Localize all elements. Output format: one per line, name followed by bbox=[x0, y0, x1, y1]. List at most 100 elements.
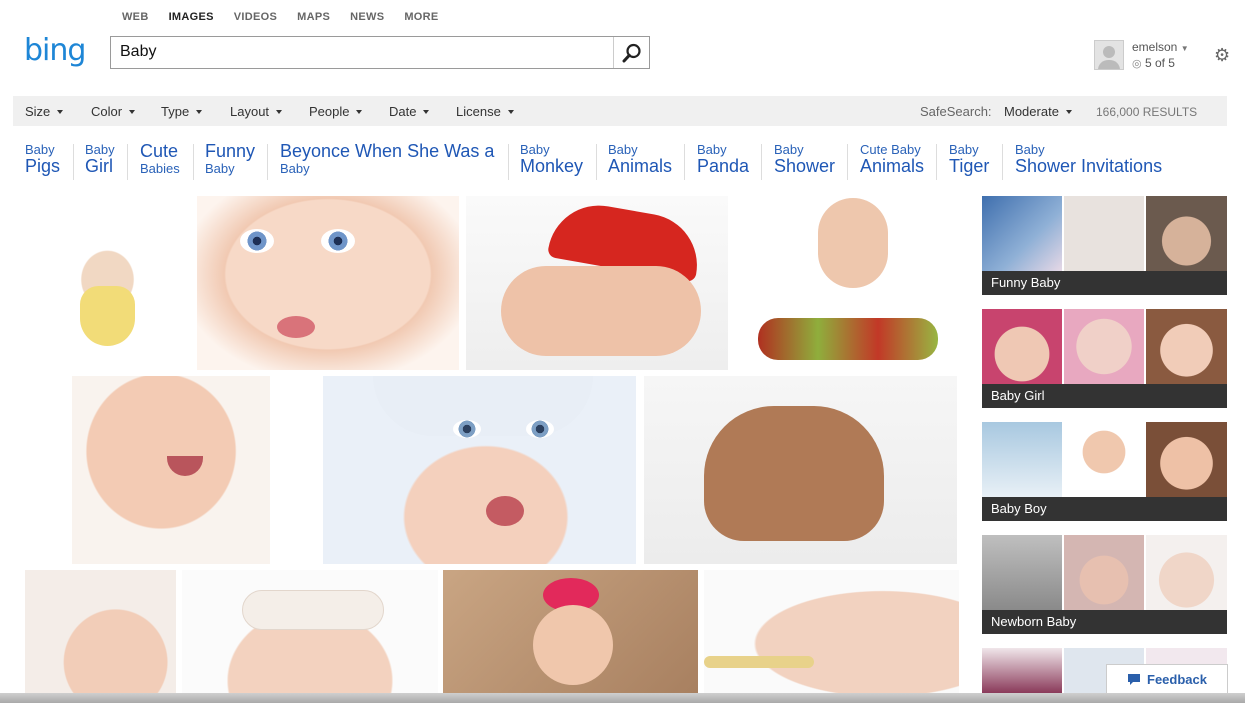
related-small: Baby bbox=[85, 142, 115, 157]
related-cute-baby-animals[interactable]: Cute Baby Animals bbox=[860, 142, 924, 176]
image-result[interactable] bbox=[25, 196, 190, 370]
related-baby-girl[interactable]: Baby Girl bbox=[85, 142, 115, 176]
divider bbox=[761, 144, 762, 180]
related-big: Animals bbox=[860, 156, 925, 176]
group-thumbnail bbox=[1146, 535, 1227, 610]
related-group-funny-baby[interactable]: Funny Baby bbox=[982, 196, 1227, 295]
divider bbox=[127, 144, 128, 180]
related-group-newborn-baby[interactable]: Newborn Baby bbox=[982, 535, 1227, 634]
group-caption: Baby Boy bbox=[982, 497, 1227, 521]
related-baby-pigs[interactable]: Baby Pigs bbox=[25, 142, 60, 176]
related-small: Baby bbox=[697, 142, 727, 157]
user-menu[interactable]: emelson ▼ ◎ 5 of 5 bbox=[1094, 40, 1189, 71]
eye-shape bbox=[321, 229, 355, 253]
group-caption: Baby Girl bbox=[982, 384, 1227, 408]
related-big: Animals bbox=[608, 156, 673, 176]
divider bbox=[193, 144, 194, 180]
caret-down-icon bbox=[276, 110, 283, 114]
image-result[interactable] bbox=[323, 376, 636, 564]
related-small: Baby bbox=[608, 142, 638, 157]
related-big: Shower bbox=[774, 156, 836, 176]
divider bbox=[267, 144, 268, 180]
related-group-baby-boy[interactable]: Baby Boy bbox=[982, 422, 1227, 521]
user-info: emelson ▼ ◎ 5 of 5 bbox=[1132, 40, 1189, 71]
headband-shape bbox=[242, 590, 384, 630]
divider bbox=[508, 144, 509, 180]
related-big: Shower Invitations bbox=[1015, 156, 1163, 176]
safesearch-dropdown[interactable]: Moderate bbox=[1004, 104, 1072, 119]
feedback-button[interactable]: Feedback bbox=[1106, 664, 1228, 694]
caret-down-icon bbox=[356, 110, 363, 114]
tab-more[interactable]: MORE bbox=[404, 11, 438, 23]
related-big: Monkey bbox=[520, 156, 584, 176]
chevron-down-icon: ▼ bbox=[1180, 44, 1189, 53]
related-group-baby-girl[interactable]: Baby Girl bbox=[982, 309, 1227, 408]
image-result[interactable] bbox=[733, 196, 959, 370]
filter-bar: Size Color Type Layout People Date Licen… bbox=[13, 96, 1227, 126]
group-thumbnail bbox=[1146, 309, 1227, 384]
related-small: Baby bbox=[205, 161, 235, 176]
tab-news[interactable]: NEWS bbox=[350, 11, 384, 23]
related-baby-panda[interactable]: Baby Panda bbox=[697, 142, 749, 176]
tab-images[interactable]: IMAGES bbox=[169, 11, 214, 23]
username: emelson bbox=[1132, 40, 1178, 54]
bing-logo[interactable]: bing bbox=[24, 33, 86, 68]
search-icon bbox=[622, 43, 641, 62]
search-button[interactable] bbox=[613, 37, 649, 68]
filter-layout[interactable]: Layout bbox=[230, 104, 283, 119]
tab-maps[interactable]: MAPS bbox=[297, 11, 330, 23]
related-baby-shower[interactable]: Baby Shower bbox=[774, 142, 835, 176]
image-result[interactable] bbox=[72, 376, 270, 564]
image-result[interactable] bbox=[443, 570, 698, 693]
related-beyonce-baby[interactable]: Beyonce When She Was a Baby bbox=[280, 142, 494, 177]
related-small: Baby bbox=[1015, 142, 1045, 157]
related-small: Baby bbox=[280, 161, 310, 176]
eye-shape bbox=[240, 229, 274, 253]
image-result[interactable] bbox=[704, 570, 959, 693]
group-caption: Newborn Baby bbox=[982, 610, 1227, 634]
image-result[interactable] bbox=[197, 196, 459, 370]
spoon-shape bbox=[704, 656, 814, 668]
related-small: Baby bbox=[520, 142, 550, 157]
filter-people[interactable]: People bbox=[309, 104, 363, 119]
image-result[interactable] bbox=[182, 570, 438, 693]
group-thumbnail bbox=[1064, 422, 1144, 497]
filter-label: License bbox=[456, 104, 501, 119]
related-baby-shower-invitations[interactable]: Baby Shower Invitations bbox=[1015, 142, 1162, 176]
baby-face-shape bbox=[533, 605, 613, 685]
image-result[interactable] bbox=[466, 196, 728, 370]
tab-web[interactable]: WEB bbox=[122, 11, 149, 23]
mouth-shape bbox=[277, 316, 315, 338]
image-result[interactable] bbox=[25, 570, 176, 693]
group-thumbnail bbox=[982, 309, 1062, 384]
filter-license[interactable]: License bbox=[456, 104, 514, 119]
caret-down-icon bbox=[1065, 110, 1072, 114]
related-cute-babies[interactable]: Cute Babies bbox=[140, 141, 180, 177]
eye-shape bbox=[453, 420, 481, 438]
related-baby-monkey[interactable]: Baby Monkey bbox=[520, 142, 583, 176]
filter-size[interactable]: Size bbox=[25, 104, 64, 119]
filter-type[interactable]: Type bbox=[161, 104, 203, 119]
safesearch-label: SafeSearch: bbox=[920, 104, 992, 119]
tab-videos[interactable]: VIDEOS bbox=[234, 11, 277, 23]
related-baby-tiger[interactable]: Baby Tiger bbox=[949, 142, 989, 176]
divider bbox=[684, 144, 685, 180]
search-input[interactable] bbox=[111, 37, 600, 66]
caret-down-icon bbox=[196, 110, 203, 114]
filter-color[interactable]: Color bbox=[91, 104, 136, 119]
mouth-shape bbox=[486, 496, 524, 526]
related-small: Baby bbox=[25, 142, 55, 157]
rewards-icon: ◎ bbox=[1132, 58, 1142, 70]
bib-shape bbox=[80, 286, 135, 346]
filter-label: People bbox=[309, 104, 350, 119]
related-baby-animals[interactable]: Baby Animals bbox=[608, 142, 672, 176]
chat-bubble-icon bbox=[1128, 673, 1140, 685]
search-box bbox=[110, 36, 650, 69]
image-result[interactable] bbox=[644, 376, 957, 564]
filter-date[interactable]: Date bbox=[389, 104, 430, 119]
gear-icon[interactable]: ⚙ bbox=[1214, 45, 1230, 66]
divider bbox=[73, 144, 74, 180]
related-funny-baby[interactable]: Funny Baby bbox=[205, 142, 255, 177]
related-big: Cute bbox=[140, 141, 179, 161]
caret-down-icon bbox=[57, 110, 64, 114]
